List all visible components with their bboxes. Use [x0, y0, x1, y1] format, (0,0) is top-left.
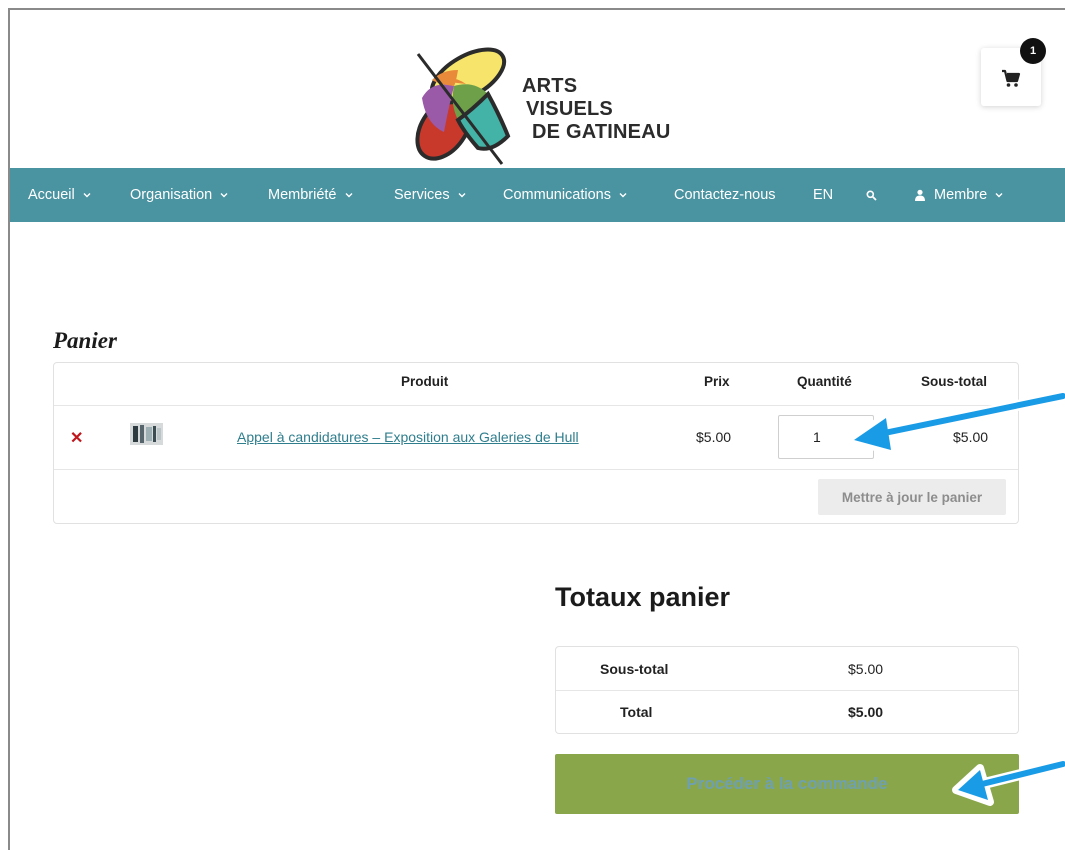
main-nav: Accueil Organisation Membriété Services … [10, 168, 1065, 222]
product-thumbnail[interactable] [130, 423, 163, 445]
chevron-down-icon [83, 193, 91, 198]
nav-item-accueil[interactable]: Accueil [28, 168, 91, 222]
cart-count-badge: 1 [1020, 38, 1046, 64]
remove-item-icon[interactable]: ✕ [70, 428, 83, 448]
cart-title: Panier [53, 328, 117, 353]
chevron-down-icon [995, 193, 1003, 198]
column-header-price: Prix [704, 374, 730, 389]
logo-line-3: DE GATINEAU [532, 121, 671, 143]
chevron-down-icon [220, 193, 228, 198]
logo-line-1: ARTS [522, 75, 578, 97]
nav-item-label: Membre [934, 187, 988, 203]
total-label: Total [620, 704, 653, 720]
column-header-subtotal: Sous-total [921, 374, 987, 389]
total-value: $5.00 [848, 704, 884, 720]
nav-item-communications[interactable]: Communications [503, 168, 627, 222]
cart-totals-table: Sous-total $5.00 Total $5.00 [555, 646, 1019, 734]
nav-item-membre[interactable]: Membre [914, 168, 1003, 222]
nav-item-label: Membriété [268, 187, 337, 203]
nav-item-en[interactable]: EN [813, 168, 833, 222]
nav-item-label: Services [394, 187, 450, 203]
annotation-arrow-icon [952, 758, 1065, 806]
nav-item-services[interactable]: Services [394, 168, 466, 222]
nav-item-label: Contactez-nous [674, 187, 776, 203]
site-header: ARTS VISUELS DE GATINEAU [10, 10, 1065, 168]
chevron-down-icon [619, 193, 627, 198]
subtotal-value: $5.00 [848, 661, 884, 677]
chevron-down-icon [458, 193, 466, 198]
nav-item-label: Communications [503, 187, 611, 203]
annotation-arrow-icon [848, 390, 1065, 456]
update-cart-button[interactable]: Mettre à jour le panier [818, 479, 1006, 515]
logo-text: ARTS VISUELS DE GATINEAU [522, 75, 671, 144]
search-icon [866, 190, 877, 201]
nav-search[interactable] [866, 168, 877, 222]
nav-item-label: Accueil [28, 187, 75, 203]
nav-item-label: Organisation [130, 187, 213, 203]
nav-item-contactez-nous[interactable]: Contactez-nous [674, 168, 776, 222]
logo-icon [415, 47, 511, 165]
item-price: $5.00 [696, 429, 732, 445]
subtotal-label: Sous-total [600, 661, 669, 677]
nav-item-label: EN [813, 187, 834, 203]
chevron-down-icon [345, 193, 352, 198]
logo-line-2: VISUELS [526, 98, 613, 120]
nav-item-membriete[interactable]: Membriété [268, 168, 353, 222]
user-icon [915, 189, 925, 201]
cart-totals-title: Totaux panier [555, 582, 731, 612]
row-divider [556, 690, 1018, 691]
row-divider [54, 469, 1018, 470]
nav-item-organisation[interactable]: Organisation [130, 168, 228, 222]
site-logo[interactable]: ARTS VISUELS DE GATINEAU [392, 40, 712, 170]
cart-icon [1002, 69, 1021, 87]
column-header-quantity: Quantité [797, 374, 852, 389]
column-header-product: Produit [401, 374, 449, 389]
product-link[interactable]: Appel à candidatures – Exposition aux Ga… [237, 429, 579, 445]
